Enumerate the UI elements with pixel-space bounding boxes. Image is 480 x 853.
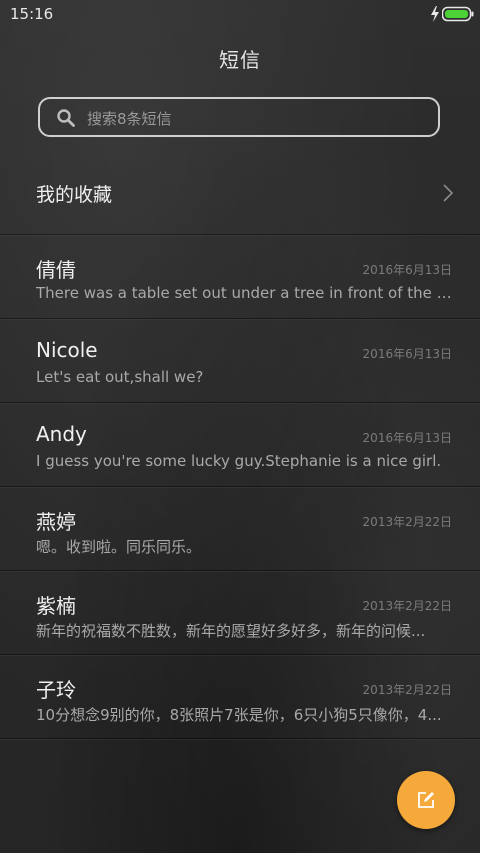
search-input[interactable]: 搜索8条短信 xyxy=(38,97,440,137)
compose-icon xyxy=(418,792,434,808)
contact-name: 倩倩 xyxy=(36,258,76,282)
message-list: 倩倩 2016年6月13日 There was a table set out … xyxy=(0,235,480,739)
message-preview: Let's eat out,shall we? xyxy=(36,368,204,386)
message-item[interactable]: Andy 2016年6月13日 I guess you're some luck… xyxy=(0,403,480,487)
charging-icon xyxy=(431,6,439,22)
status-bar: 15:16 xyxy=(0,0,480,28)
chevron-right-icon xyxy=(443,184,454,202)
status-time: 15:16 xyxy=(10,5,54,23)
favorites-label: 我的收藏 xyxy=(36,184,113,206)
message-date: 2013年2月22日 xyxy=(362,599,452,613)
message-item[interactable]: 倩倩 2016年6月13日 There was a table set out … xyxy=(0,235,480,319)
contact-name: 子玲 xyxy=(36,678,76,702)
battery-icon xyxy=(442,6,474,22)
message-item[interactable]: Nicole 2016年6月13日 Let's eat out,shall we… xyxy=(0,319,480,403)
message-preview: There was a table set out under a tree i… xyxy=(36,284,454,302)
message-item[interactable]: 燕婷 2013年2月22日 嗯。收到啦。同乐同乐。 xyxy=(0,487,480,571)
message-date: 2016年6月13日 xyxy=(362,431,452,445)
search-placeholder: 搜索8条短信 xyxy=(87,110,172,128)
contact-name: Nicole xyxy=(36,338,98,362)
contact-name: 燕婷 xyxy=(36,510,76,534)
message-preview: 10分想念9别的你，8张照片7张是你，6只小狗5只像你，4... xyxy=(36,706,442,724)
message-preview: I guess you're some lucky guy.Stephanie … xyxy=(36,452,442,470)
sms-screen: 15:16 短信 搜索8条短信 我的收藏 倩倩 2016年6月13日 There… xyxy=(0,0,480,853)
compose-button[interactable] xyxy=(397,771,455,829)
message-preview: 嗯。收到啦。同乐同乐。 xyxy=(36,538,202,556)
contact-name: Andy xyxy=(36,422,87,446)
message-item[interactable]: 子玲 2013年2月22日 10分想念9别的你，8张照片7张是你，6只小狗5只像… xyxy=(0,655,480,739)
search-icon xyxy=(57,109,75,127)
message-date: 2016年6月13日 xyxy=(362,263,452,277)
divider xyxy=(0,738,480,739)
message-date: 2013年2月22日 xyxy=(362,515,452,529)
message-item[interactable]: 紫楠 2013年2月22日 新年的祝福数不胜数，新年的愿望好多好多，新年的问候.… xyxy=(0,571,480,655)
contact-name: 紫楠 xyxy=(36,594,76,618)
message-preview: 新年的祝福数不胜数，新年的愿望好多好多，新年的问候... xyxy=(36,622,426,640)
page-title: 短信 xyxy=(219,48,261,72)
message-date: 2016年6月13日 xyxy=(362,347,452,361)
favorites-row[interactable]: 我的收藏 xyxy=(0,152,480,234)
message-date: 2013年2月22日 xyxy=(362,683,452,697)
